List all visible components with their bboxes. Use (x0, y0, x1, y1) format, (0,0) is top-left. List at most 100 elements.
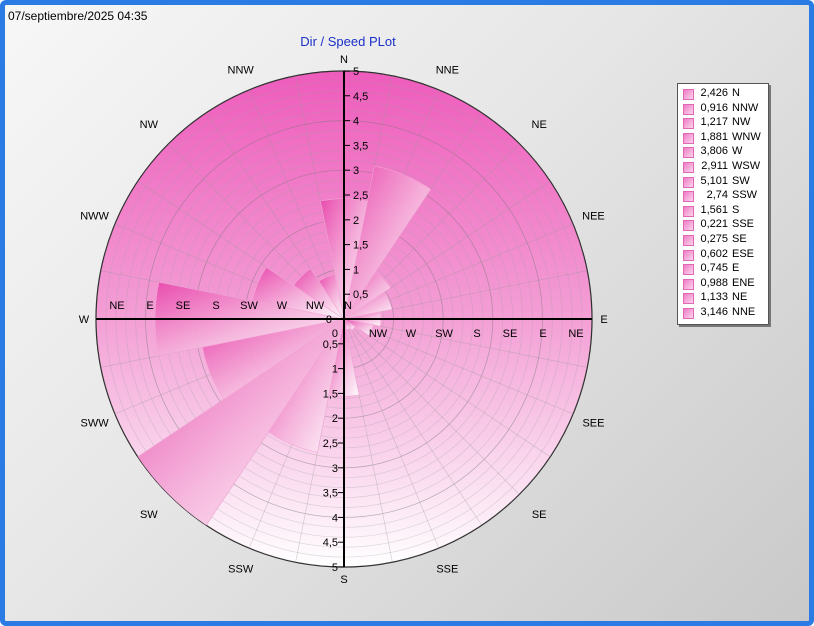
axis-dir-label-west: NE (109, 300, 124, 312)
compass-label-nne: NNE (436, 65, 459, 77)
compass-label-n: N (340, 54, 348, 66)
legend-swatch (683, 249, 694, 261)
legend-direction: SW (732, 174, 750, 187)
legend-item: 1,217 NW (678, 116, 768, 131)
legend-swatch (683, 205, 694, 217)
axis-dir-label-east: SE (503, 328, 518, 340)
legend-value: 0,916 (700, 101, 728, 114)
legend-item: 3,806 W (678, 145, 768, 160)
legend-value: 3,806 (700, 145, 728, 158)
legend-direction: WSW (732, 159, 761, 172)
legend-value: 1,133 (700, 291, 728, 304)
chart-window: 07/septiembre/2025 04:35 Dir / Speed PLo… (0, 0, 814, 626)
legend-swatch (683, 191, 694, 203)
axis-dir-label-east: E (539, 328, 546, 340)
legend-swatch (683, 293, 694, 305)
compass-label-sww: SWW (80, 417, 109, 429)
axis-dir-label-west: SW (240, 300, 258, 312)
legend-item: 2,426 N (678, 87, 768, 102)
compass-label-s: S (340, 574, 347, 586)
legend-value: 3,146 (700, 305, 728, 318)
tick-label-down: 4,5 (323, 537, 338, 549)
tick-label-up: 4 (353, 116, 359, 128)
tick-label-down: 0,5 (323, 339, 338, 351)
legend-item: 0,916 NNW (678, 102, 768, 117)
legend-item: 1,561 S (678, 204, 768, 219)
legend-direction: ENE (732, 276, 755, 289)
legend-direction: SE (732, 232, 747, 245)
legend-swatch (683, 234, 694, 246)
legend-swatch (683, 103, 694, 115)
legend-item: 0,275 SE (678, 233, 768, 248)
tick-label-up: 1,5 (353, 240, 368, 252)
compass-label-sw: SW (140, 509, 158, 521)
legend-swatch (683, 132, 694, 144)
legend-value: 0,275 (700, 232, 728, 245)
tick-label-up: 2,5 (353, 190, 368, 202)
axis-dir-label-west: E (146, 300, 153, 312)
compass-label-se: SE (532, 509, 547, 521)
legend: 2,426 N 0,916 NNW 1,217 NW 1,881 WNW 3,806 W 2,911… (677, 83, 769, 325)
legend-value: 1,881 (700, 130, 728, 143)
legend-value: 2,74 (706, 189, 728, 202)
legend-value: 0,221 (700, 218, 728, 231)
tick-label-up: 3 (353, 165, 359, 177)
tick-label-down: 4 (332, 512, 338, 524)
legend-direction: SSW (732, 189, 758, 202)
tick-label-up: 3,5 (353, 140, 368, 152)
legend-value: 5,101 (700, 174, 728, 187)
legend-direction: W (732, 145, 743, 158)
legend-direction: NNE (732, 305, 756, 318)
legend-direction: N (732, 87, 740, 99)
compass-label-ne: NE (532, 119, 547, 131)
compass-label-w: W (79, 314, 90, 326)
tick-label-up: 1 (353, 264, 359, 276)
axis-dir-label-west: N (344, 300, 352, 312)
legend-item: 3,146 NNE (678, 306, 768, 321)
legend-swatch (683, 89, 694, 100)
legend-direction: NNW (732, 101, 759, 114)
axis-dir-label-east: NE (568, 328, 583, 340)
compass-label-nee: NEE (582, 211, 605, 223)
legend-item: 1,133 NE (678, 291, 768, 306)
legend-direction: NE (732, 291, 748, 304)
legend-direction: SSE (732, 218, 755, 231)
legend-value: 1,217 (700, 116, 728, 129)
legend-direction: S (732, 203, 740, 216)
axis-dir-label-east: NW (369, 328, 388, 340)
legend-swatch (683, 176, 694, 188)
legend-direction: NW (732, 116, 751, 129)
tick-label-up: 0,5 (353, 289, 368, 301)
legend-direction: ESE (732, 247, 755, 260)
legend-swatch (683, 264, 694, 276)
tick-label-down: 1 (332, 364, 338, 376)
compass-label-nnw: NNW (228, 65, 255, 77)
legend-value: 2,426 (700, 87, 728, 99)
compass-label-ssw: SSW (228, 563, 254, 575)
tick-label-down: 3 (332, 463, 338, 475)
compass-label-e: E (600, 314, 607, 326)
axis-dir-label-west: SE (176, 300, 191, 312)
legend-swatch (683, 307, 694, 319)
legend-direction: WNW (732, 130, 761, 143)
axis-dir-label-east: SW (435, 328, 453, 340)
legend-swatch (683, 161, 694, 173)
tick-label-down: 2,5 (323, 438, 338, 450)
legend-item: 2,74 SSW (678, 189, 768, 204)
compass-label-nw: NW (140, 119, 159, 131)
axis-dir-label-east: W (406, 328, 417, 340)
legend-item: 2,911 WSW (678, 160, 768, 175)
legend-swatch (683, 278, 694, 290)
legend-item: 0,221 SSE (678, 218, 768, 233)
legend-swatch (683, 220, 694, 232)
axis-dir-label-west: W (277, 300, 288, 312)
axis-dir-label-east: S (473, 328, 480, 340)
legend-value: 0,602 (700, 247, 728, 260)
tick-label-down: 1,5 (323, 388, 338, 400)
tick-label-down: 3,5 (323, 488, 338, 500)
axis-dir-label-west: NW (306, 300, 325, 312)
tick-label-down: 5 (332, 562, 338, 574)
tick-label-up: 5 (353, 66, 359, 78)
compass-label-sse: SSE (436, 563, 458, 575)
legend-direction: E (732, 262, 740, 275)
